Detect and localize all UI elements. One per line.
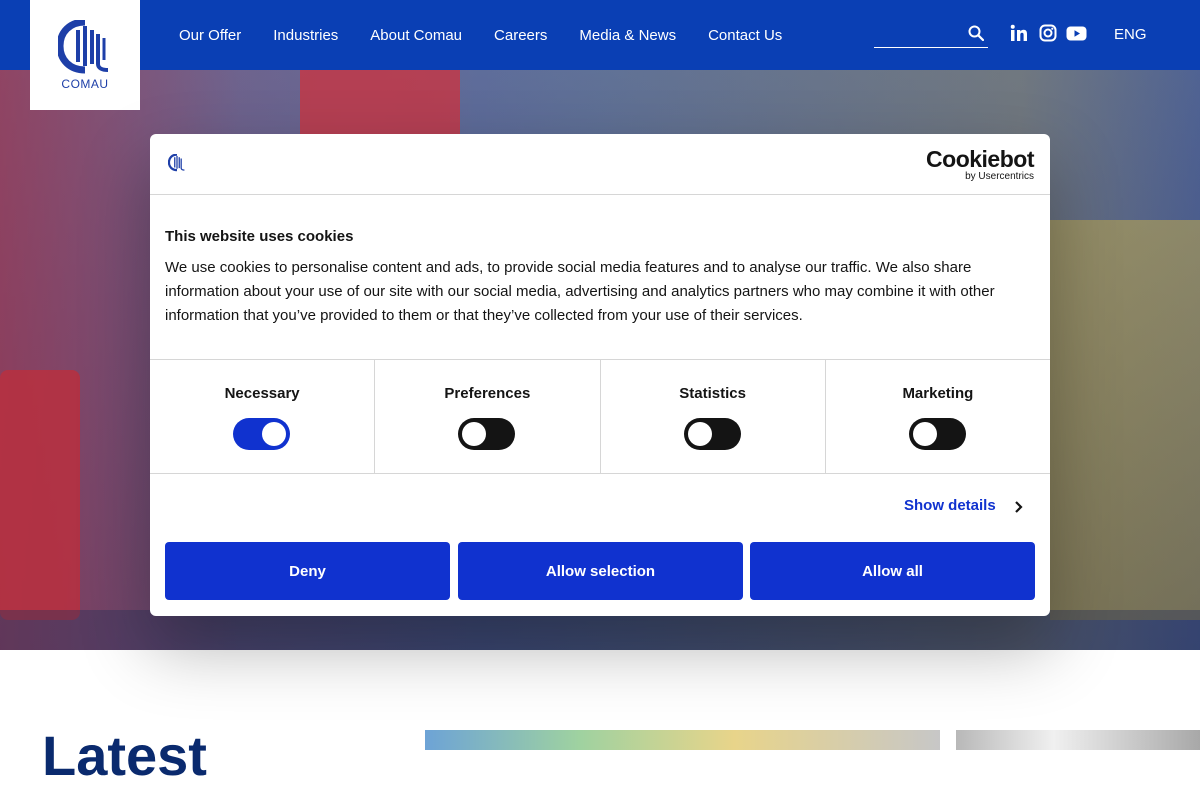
linkedin-icon[interactable]: [1010, 24, 1028, 47]
show-details-link[interactable]: Show details: [904, 497, 996, 514]
cookiebot-logo[interactable]: Cookiebot by Usercentrics: [926, 147, 1034, 182]
statistics-toggle[interactable]: [683, 418, 741, 450]
search-input[interactable]: [874, 22, 966, 46]
category-label: Preferences: [444, 385, 531, 402]
dialog-body-text: We use cookies to personalise content an…: [165, 259, 995, 324]
category-marketing: Marketing: [826, 360, 1050, 473]
site-header: Our Offer Industries About Comau Careers…: [0, 0, 1200, 70]
category-preferences: Preferences: [375, 360, 601, 473]
youtube-icon[interactable]: [1066, 24, 1087, 47]
search-icon[interactable]: [968, 25, 985, 46]
allow-all-button[interactable]: Allow all: [750, 542, 1035, 600]
hero-robot-base: [0, 370, 80, 620]
category-label: Necessary: [224, 385, 300, 402]
nav-industries[interactable]: Industries: [257, 27, 354, 44]
language-selector[interactable]: ENG: [1114, 26, 1147, 43]
category-necessary: Necessary: [150, 360, 376, 473]
category-label: Marketing: [902, 385, 974, 402]
deny-button[interactable]: Deny: [165, 542, 450, 600]
nav-contact-us[interactable]: Contact Us: [692, 27, 798, 44]
nav-careers[interactable]: Careers: [478, 27, 563, 44]
dialog-title: This website uses cookies: [165, 228, 354, 245]
toggle-knob: [262, 422, 287, 446]
chevron-right-icon[interactable]: [1014, 500, 1024, 514]
comau-logo-icon: [58, 20, 109, 74]
toggle-knob: [912, 422, 937, 446]
news-thumbnail[interactable]: [956, 730, 1200, 750]
nav-media-news[interactable]: Media & News: [563, 27, 692, 44]
instagram-icon[interactable]: [1039, 24, 1057, 47]
category-statistics: Statistics: [601, 360, 826, 473]
category-label: Statistics: [679, 385, 746, 402]
comau-logo[interactable]: COMAU: [30, 0, 140, 110]
nav-our-offer[interactable]: Our Offer: [163, 27, 257, 44]
preferences-toggle[interactable]: [458, 418, 516, 450]
allow-selection-button[interactable]: Allow selection: [458, 542, 743, 600]
toggle-knob: [687, 422, 712, 446]
cookie-categories: Necessary Preferences Statistics Marketi…: [150, 359, 1050, 474]
nav-about-comau[interactable]: About Comau: [354, 27, 478, 44]
logo-wordmark: COMAU: [61, 77, 109, 91]
cookiebot-name: Cookiebot: [926, 146, 1034, 172]
marketing-toggle[interactable]: [908, 418, 966, 450]
necessary-toggle[interactable]: [233, 418, 291, 450]
comau-logo-small-icon: [168, 154, 185, 172]
hero-floor: [0, 610, 1200, 650]
toggle-knob: [462, 422, 487, 446]
dialog-header: Cookiebot by Usercentrics: [150, 134, 1050, 195]
hero-machinery: [1050, 220, 1200, 620]
main-nav: Our Offer Industries About Comau Careers…: [163, 0, 798, 70]
cookiebot-subtitle: by Usercentrics: [965, 171, 1034, 182]
search-box: [874, 22, 988, 48]
cookie-consent-dialog: Cookiebot by Usercentrics This website u…: [150, 134, 1050, 616]
section-title: Latest: [42, 724, 207, 787]
hero-robot-arm: [300, 70, 460, 140]
news-thumbnail[interactable]: [425, 730, 940, 750]
